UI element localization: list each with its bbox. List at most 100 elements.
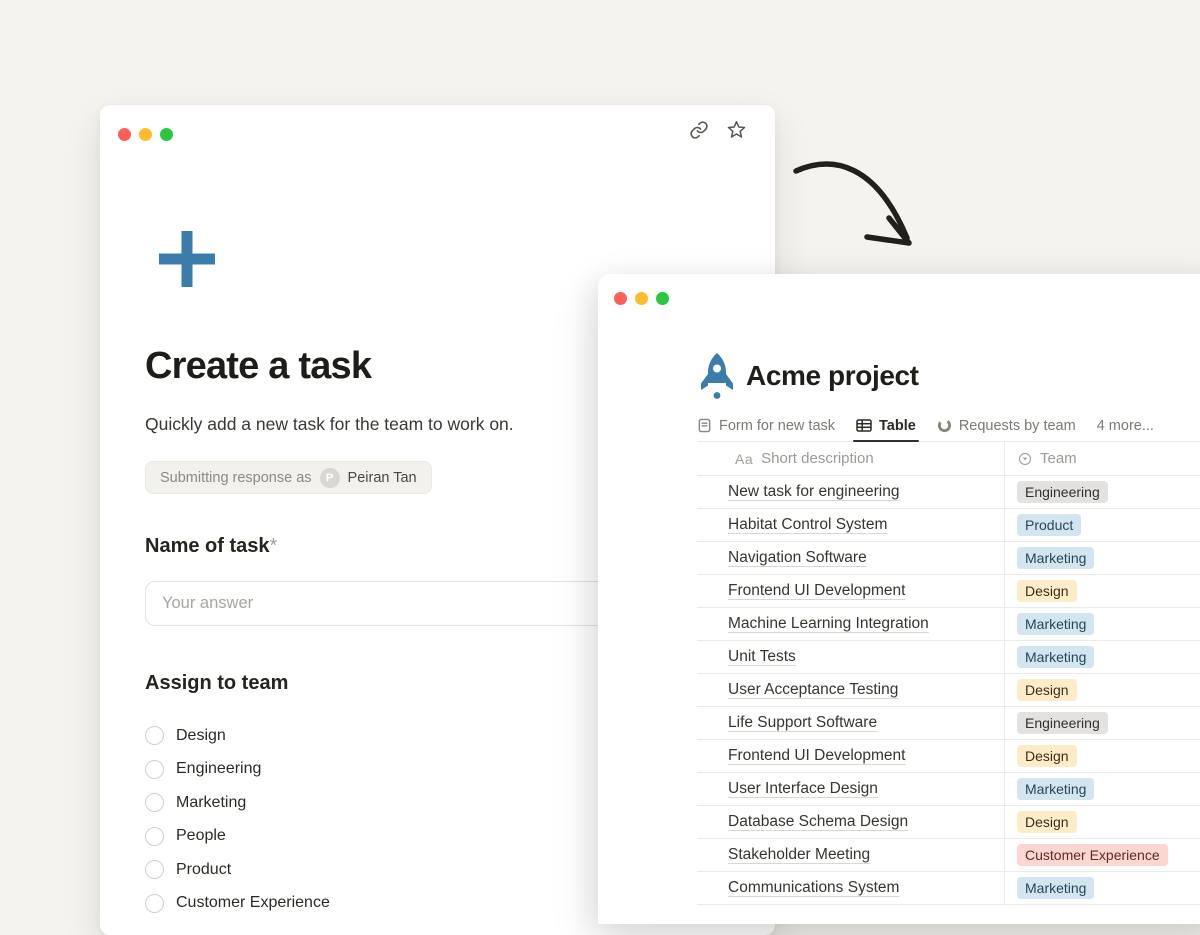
select-property-icon (1017, 451, 1033, 467)
team-tag: Customer Experience (1017, 844, 1168, 866)
close-window-button[interactable] (614, 292, 627, 305)
submitting-as-pill: Submitting response as P Peiran Tan (145, 461, 432, 494)
tab-label: Requests by team (959, 418, 1076, 434)
table-row[interactable]: Habitat Control System Product (697, 509, 1200, 542)
team-cell[interactable]: Engineering (1005, 707, 1200, 739)
task-description-cell[interactable]: Frontend UI Development (697, 575, 1005, 607)
radio-button[interactable] (145, 827, 164, 846)
team-cell[interactable]: Design (1005, 575, 1200, 607)
radio-button[interactable] (145, 760, 164, 779)
submitting-as-label: Submitting response as (160, 470, 312, 486)
close-window-button[interactable] (118, 128, 131, 141)
radio-button[interactable] (145, 793, 164, 812)
task-description: Frontend UI Development (728, 747, 905, 765)
minimize-window-button[interactable] (139, 128, 152, 141)
team-option-label: Engineering (176, 760, 261, 778)
tab-table[interactable]: Table (856, 410, 916, 441)
task-name-label-text: Name of task (145, 535, 270, 557)
team-option-label: Design (176, 727, 226, 745)
table-row[interactable]: Frontend UI Development Design (697, 575, 1200, 608)
traffic-lights[interactable] (614, 292, 669, 305)
column-header-short-description[interactable]: Aa Short description (697, 442, 1005, 475)
title-property-icon: Aa (735, 451, 753, 467)
assign-to-team-label: Assign to team (145, 672, 288, 695)
task-description-cell[interactable]: User Acceptance Testing (697, 674, 1005, 706)
table-row[interactable]: Unit Tests Marketing (697, 641, 1200, 674)
team-tag: Marketing (1017, 646, 1094, 668)
task-description-cell[interactable]: Stakeholder Meeting (697, 839, 1005, 871)
task-description: Stakeholder Meeting (728, 846, 870, 864)
task-description: Database Schema Design (728, 813, 908, 831)
task-description-cell[interactable]: Life Support Software (697, 707, 1005, 739)
team-option[interactable]: Customer Experience (145, 887, 330, 921)
column-header-team[interactable]: Team (1005, 442, 1200, 475)
team-tag: Engineering (1017, 481, 1108, 503)
copy-link-icon[interactable] (688, 119, 709, 140)
team-option[interactable]: People (145, 820, 330, 854)
team-option[interactable]: Product (145, 853, 330, 887)
tab-more-views[interactable]: 4 more... (1097, 410, 1154, 441)
rocket-icon[interactable] (699, 352, 735, 400)
table-row[interactable]: Navigation Software Marketing (697, 542, 1200, 575)
team-cell[interactable]: Marketing (1005, 641, 1200, 673)
team-cell[interactable]: Design (1005, 674, 1200, 706)
traffic-lights[interactable] (118, 128, 173, 141)
tab-form-for-new-task[interactable]: Form for new task (697, 410, 835, 441)
window-actions (688, 119, 747, 140)
task-description-cell[interactable]: Frontend UI Development (697, 740, 1005, 772)
table-row[interactable]: Machine Learning Integration Marketing (697, 608, 1200, 641)
task-description-cell[interactable]: Navigation Software (697, 542, 1005, 574)
team-cell[interactable]: Marketing (1005, 542, 1200, 574)
tab-label: Form for new task (719, 418, 835, 434)
team-option-label: People (176, 827, 226, 845)
team-cell[interactable]: Marketing (1005, 872, 1200, 904)
task-description-cell[interactable]: Database Schema Design (697, 806, 1005, 838)
team-cell[interactable]: Marketing (1005, 608, 1200, 640)
task-description: Unit Tests (728, 648, 796, 666)
table-row[interactable]: User Interface Design Marketing (697, 773, 1200, 806)
task-description-cell[interactable]: Machine Learning Integration (697, 608, 1005, 640)
table-row[interactable]: User Acceptance Testing Design (697, 674, 1200, 707)
radio-button[interactable] (145, 726, 164, 745)
team-tag: Marketing (1017, 877, 1094, 899)
team-option[interactable]: Marketing (145, 786, 330, 820)
table-row[interactable]: New task for engineering Engineering (697, 476, 1200, 509)
chart-icon (937, 418, 952, 433)
team-cell[interactable]: Customer Experience (1005, 839, 1200, 871)
team-cell[interactable]: Marketing (1005, 773, 1200, 805)
table-row[interactable]: Stakeholder Meeting Customer Experience (697, 839, 1200, 872)
team-cell[interactable]: Design (1005, 740, 1200, 772)
table-row[interactable]: Frontend UI Development Design (697, 740, 1200, 773)
table-row[interactable]: Database Schema Design Design (697, 806, 1200, 839)
tab-requests-by-team[interactable]: Requests by team (937, 410, 1076, 441)
task-description: Communications System (728, 879, 899, 897)
favorite-star-icon[interactable] (726, 119, 747, 140)
team-cell[interactable]: Design (1005, 806, 1200, 838)
table-icon (856, 418, 872, 433)
team-tag: Marketing (1017, 778, 1094, 800)
team-tag: Design (1017, 679, 1077, 701)
task-description-cell[interactable]: Communications System (697, 872, 1005, 904)
zoom-window-button[interactable] (160, 128, 173, 141)
team-tag: Design (1017, 811, 1077, 833)
team-cell[interactable]: Product (1005, 509, 1200, 541)
radio-button[interactable] (145, 860, 164, 879)
team-cell[interactable]: Engineering (1005, 476, 1200, 508)
radio-button[interactable] (145, 894, 164, 913)
plus-icon (157, 229, 217, 289)
zoom-window-button[interactable] (656, 292, 669, 305)
team-option[interactable]: Engineering (145, 753, 330, 787)
task-description-cell[interactable]: User Interface Design (697, 773, 1005, 805)
task-description-cell[interactable]: Habitat Control System (697, 509, 1005, 541)
table-header-row: Aa Short description Team (697, 442, 1200, 476)
task-description-cell[interactable]: New task for engineering (697, 476, 1005, 508)
task-description-cell[interactable]: Unit Tests (697, 641, 1005, 673)
minimize-window-button[interactable] (635, 292, 648, 305)
team-option[interactable]: Design (145, 719, 330, 753)
task-description: User Acceptance Testing (728, 681, 898, 699)
tab-label: Table (879, 418, 916, 434)
table-row[interactable]: Communications System Marketing (697, 872, 1200, 905)
table-window: Acme project Form for new task (598, 274, 1200, 924)
table-row[interactable]: Life Support Software Engineering (697, 707, 1200, 740)
avatar: P (320, 468, 340, 488)
